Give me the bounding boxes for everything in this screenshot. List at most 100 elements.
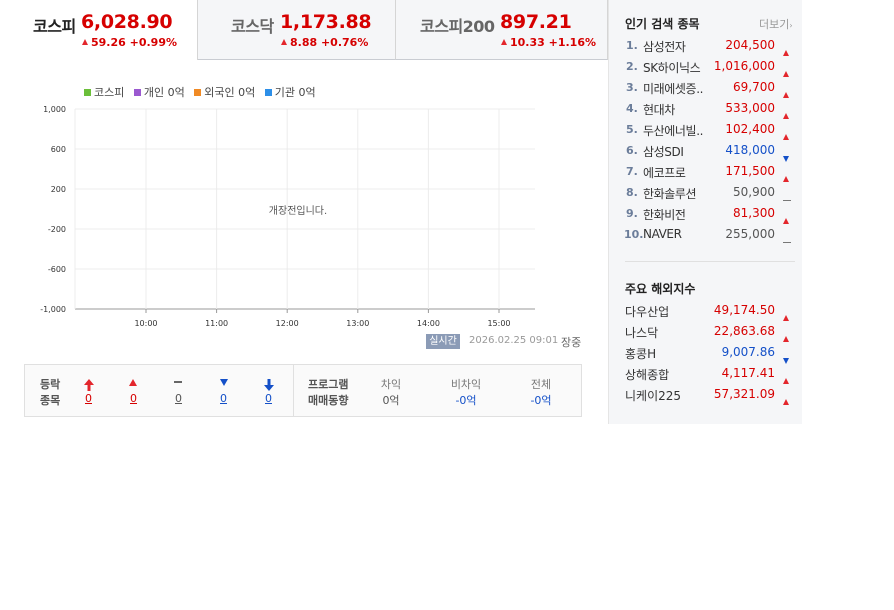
stock-name[interactable]: 한화솔루션 [643,185,697,202]
stock-price: 1,016,000 [713,59,775,73]
unchanged-count[interactable]: 0 [175,392,182,405]
popular-item[interactable]: 6. 삼성SDI 418,000 [609,141,803,162]
rise-icon [129,379,137,386]
legend-swatch [194,89,202,96]
stock-name[interactable]: 두산에너빌.. [643,122,703,139]
unchanged-icon [783,200,791,201]
tab-kospi200[interactable]: 코스피200 897.21 10.33 +1.16% [396,0,608,60]
rank-number: 3. [626,81,638,94]
side-panel: 인기 검색 종목 더보기› 1. 삼성전자 204,500 2. SK하이닉스 1,016… [608,0,802,424]
more-link[interactable]: 더보기› [759,16,793,32]
breadth-title: 등락 [40,378,61,391]
rank-number: 5. [626,123,638,136]
index-name[interactable]: 다우산업 [625,303,669,320]
index-price: 4,117.41 [721,366,775,380]
up-arrow-icon [783,218,789,224]
stock-name[interactable]: 현대차 [643,101,675,118]
stock-name[interactable]: 삼성SDI [643,143,684,160]
tab-value: 1,173.88 [280,11,372,33]
upper-limit-count[interactable]: 0 [85,392,92,405]
index-name[interactable]: 홍콩H [625,345,656,362]
x-tick-label: 10:00 [134,319,157,328]
breadth-title: 종목 [40,394,61,407]
x-tick-label: 12:00 [276,319,299,328]
rank-number: 1. [626,39,638,52]
x-tick-label: 13:00 [346,319,369,328]
y-tick-label: 200 [51,185,66,194]
index-name[interactable]: 나스닥 [625,324,658,341]
y-tick-label: -200 [48,225,66,234]
market-breadth-box: 등락 종목 0 0 0 0 0 프로그램 매매동향 차익 비차익 전체 0억 -… [24,364,582,417]
fall-count[interactable]: 0 [220,392,227,405]
index-price: 22,863.68 [713,324,775,338]
stock-name[interactable]: 미래에셋증.. [643,80,703,97]
stock-price: 418,000 [725,143,775,157]
y-tick-label: 1,000 [43,105,66,114]
index-price: 9,007.86 [721,345,775,359]
program-title: 매매동향 [308,394,349,407]
investor-trend-chart: 1,000 600 200 -200 -600 -1,000 10:00 11:00 12:0… [40,105,535,328]
stock-price: 102,400 [725,122,775,136]
tab-change: 10.33 +1.16% [501,36,596,49]
y-tick-label: 600 [51,145,66,154]
index-name[interactable]: 니케이225 [625,387,681,404]
index-tabs: 코스피 6,028.90 59.26 +0.99% 코스닥 1,173.88 8… [0,0,608,61]
realtime-button[interactable]: 실시간 [426,334,460,349]
popular-item[interactable]: 4. 현대차 533,000 [609,99,803,120]
tab-kospi[interactable]: 코스피 6,028.90 59.26 +0.99% [0,0,198,60]
program-header-non-arbitrage: 비차익 [450,378,482,391]
stock-name[interactable]: 삼성전자 [643,38,686,55]
overseas-index-item[interactable]: 니케이225 57,321.09 [609,385,803,406]
popular-item[interactable]: 10. NAVER 255,000 [609,225,803,246]
popular-search-title: 인기 검색 종목 [625,17,700,31]
tab-kosdaq[interactable]: 코스닥 1,173.88 8.88 +0.76% [198,0,396,60]
lower-limit-count[interactable]: 0 [265,392,272,405]
legend-swatch [84,89,91,96]
x-tick-label: 11:00 [205,319,228,328]
program-value-arbitrage: 0억 [382,394,400,407]
rise-count[interactable]: 0 [130,392,137,405]
popular-item[interactable]: 9. 한화비전 81,300 [609,204,803,225]
stock-name[interactable]: SK하이닉스 [643,59,701,76]
up-arrow-icon [783,399,789,405]
direction-icon [783,231,791,250]
popular-item[interactable]: 3. 미래에셋증.. 69,700 [609,78,803,99]
stock-price: 50,900 [733,185,775,199]
index-price: 49,174.50 [713,303,775,317]
overseas-index-title: 주요 해외지수 [625,282,696,296]
up-arrow-icon [783,378,789,384]
chart-message: 개장전입니다. [269,204,327,217]
y-tick-label: -1,000 [40,305,66,314]
unchanged-icon [783,242,791,243]
y-tick-label: -600 [48,265,66,274]
popular-item[interactable]: 1. 삼성전자 204,500 [609,36,803,57]
overseas-index-item[interactable]: 나스닥 22,863.68 [609,322,803,343]
stock-name[interactable]: 한화비전 [643,206,686,223]
tab-value: 897.21 [500,11,572,33]
market-status: 장중 [561,336,582,349]
rank-number: 8. [626,186,638,199]
y-axis: 1,000 600 200 -200 -600 -1,000 [40,105,66,314]
overseas-index-item[interactable]: 다우산업 49,174.50 [609,301,803,322]
rank-number: 9. [626,207,638,220]
legend-item-institution[interactable]: 기관 0억 [264,84,316,100]
popular-item[interactable]: 5. 두산에너빌.. 102,400 [609,120,803,141]
popular-item[interactable]: 8. 한화솔루션 50,900 [609,183,803,204]
stock-price: 204,500 [725,38,775,52]
overseas-index-item[interactable]: 상해종합 4,117.41 [609,364,803,385]
popular-item[interactable]: 7. 에코프로 171,500 [609,162,803,183]
stock-name[interactable]: 에코프로 [643,164,686,181]
up-arrow-icon [783,336,789,342]
legend-swatch [133,89,141,96]
divider [293,365,294,416]
legend-item-kospi[interactable]: 코스피 [84,84,124,100]
legend-item-foreign[interactable]: 외국인 0억 [194,84,255,100]
divider [625,261,795,262]
popular-item[interactable]: 2. SK하이닉스 1,016,000 [609,57,803,78]
stock-name[interactable]: NAVER [643,227,682,241]
tab-change: 59.26 +0.99% [82,36,177,49]
up-arrow-icon [783,176,789,182]
overseas-index-item[interactable]: 홍콩H 9,007.86 [609,343,803,364]
legend-item-individual[interactable]: 개인 0억 [133,84,185,100]
index-name[interactable]: 상해종합 [625,366,669,383]
